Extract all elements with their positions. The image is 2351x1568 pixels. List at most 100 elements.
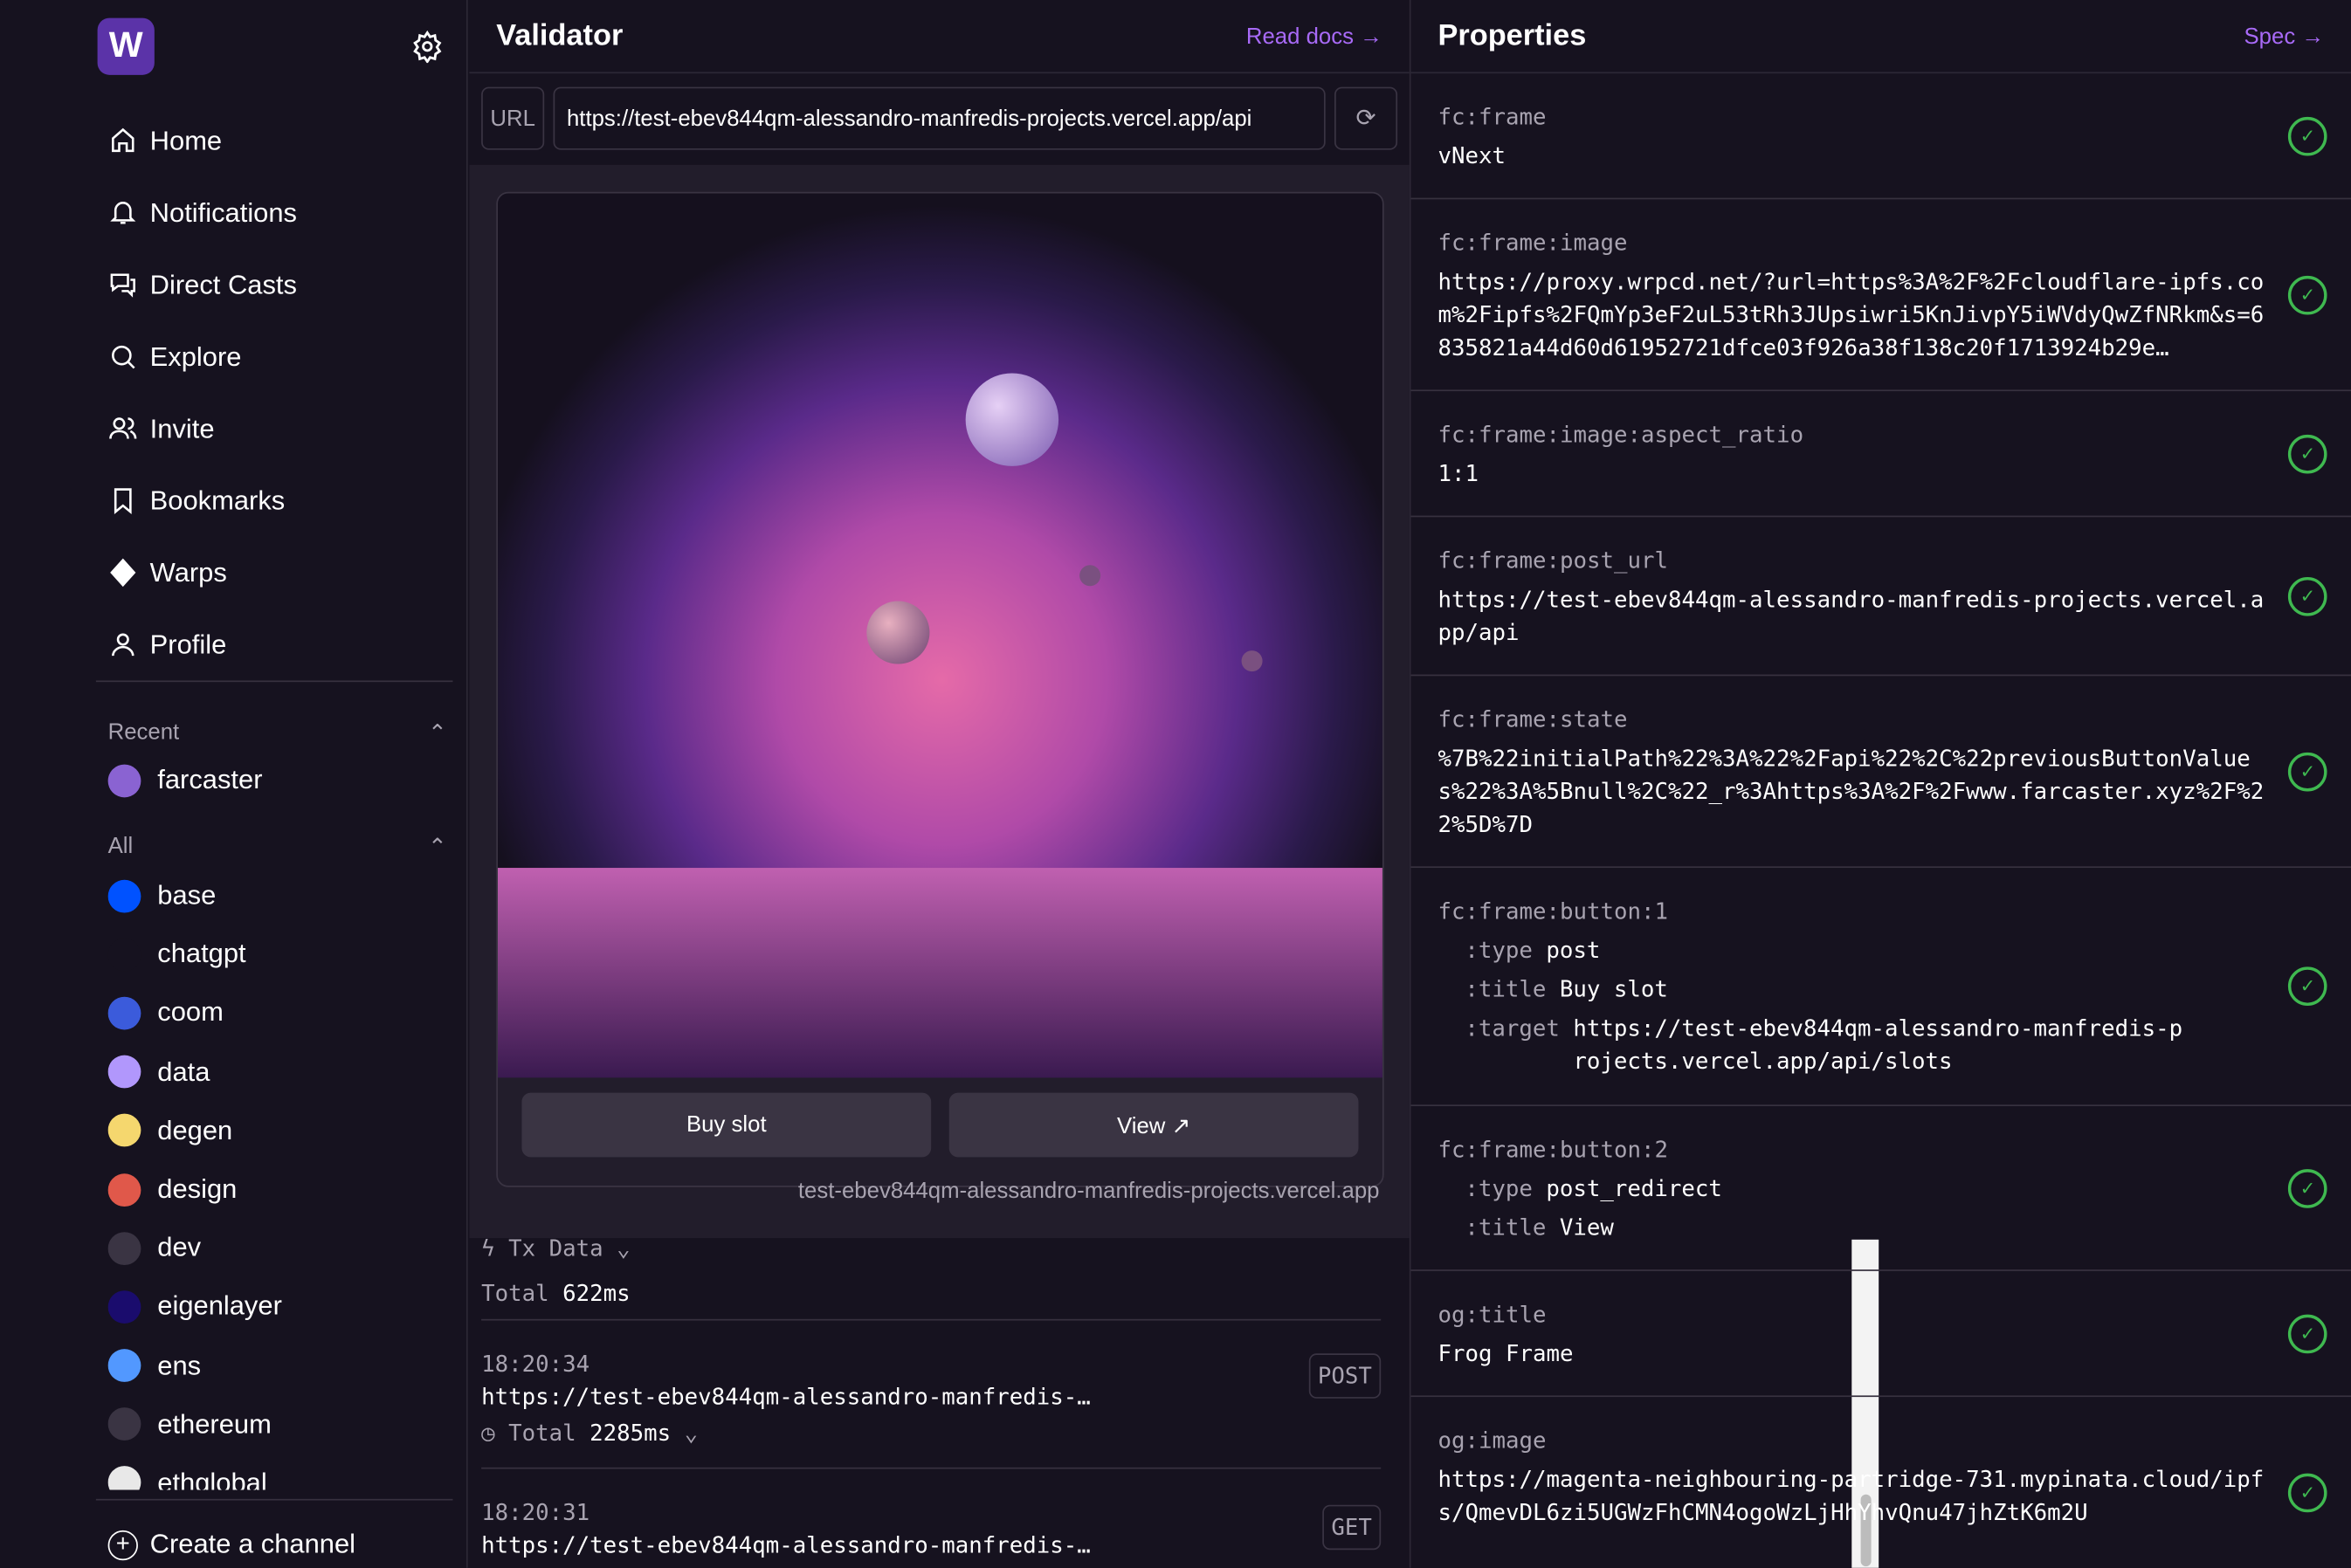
warpcast-logo[interactable]: W [97,17,155,75]
total-toggle[interactable]: ◷ Total 2285ms ⌄ [481,1420,1381,1447]
request-log: ϟ Tx Data ⌄ Total 622ms 18:20:34 https://… [481,1235,1382,1568]
check-circle-icon: ✓ [2287,576,2327,616]
nav-direct-casts[interactable]: Direct Casts [108,249,453,320]
text: :type [1465,937,1533,964]
channel-name: chatgpt [157,939,246,969]
check-circle-icon: ✓ [2287,966,2327,1006]
channel-ethereum[interactable]: ethereum [107,1395,453,1454]
create-channel-button[interactable]: + Create a channel [107,1529,355,1560]
text: https://test-ebev844qm-alessandro-manfre… [481,1383,1091,1411]
text: View [1559,1214,1614,1241]
property-row: fc:frame:state %7B%22initialPath%22%3A%22… [1410,676,2351,869]
text: :type [1465,1175,1533,1202]
text: fc:frame:button:1 [1437,897,1669,925]
recent-section-header[interactable]: Recent ⌃ [108,719,447,746]
text: Tx Data [508,1234,603,1262]
channel-name: design [157,1173,238,1204]
channel-farcaster[interactable]: farcaster [107,751,453,809]
users-icon [109,417,137,439]
check-circle-icon: ✓ [2287,1168,2327,1207]
text: og:title [1437,1301,1547,1329]
text: 1:1 [1437,460,1479,487]
channel-avatar-icon [107,996,141,1030]
property-row: fc:frame:image https://proxy.wrpcd.net/?u… [1410,199,2351,392]
spec-link[interactable]: Spec → [2244,24,2324,49]
channel-ens[interactable]: ens [107,1337,453,1395]
frame-button-1[interactable]: Buy slot [521,1092,932,1158]
channel-avatar-icon [107,938,141,972]
channel-dev[interactable]: dev [107,1219,453,1277]
text: 2285ms [589,1419,672,1447]
channel-name: ethglobal [157,1467,267,1490]
method-badge: POST [1308,1353,1382,1399]
section-label: Recent [107,719,180,746]
channel-avatar-icon [107,1173,141,1207]
channel-name: base [157,879,217,911]
log-entry[interactable]: 18:20:31 https://test-ebev844qm-alessandr… [481,1469,1382,1568]
channel-avatar-icon [107,1349,141,1383]
tx-data-toggle[interactable]: ϟ Tx Data ⌄ [481,1235,1381,1262]
log-entry[interactable]: 18:20:34 https://test-ebev844qm-alessandr… [481,1321,1382,1468]
nav-bookmarks[interactable]: Bookmarks [108,464,453,536]
text: Frog Frame [1437,1339,1574,1367]
url-input[interactable] [553,86,1326,150]
bell-icon [110,202,136,224]
nav-warps[interactable]: Warps [108,537,453,609]
channel-eigenlayer[interactable]: eigenlayer [107,1277,453,1336]
refresh-icon[interactable]: ⟳ [1334,86,1398,150]
channel-name: ethereum [157,1408,272,1439]
all-section-header[interactable]: All ⌃ [108,834,447,861]
text: 18:20:31 [481,1498,590,1526]
property-row: fc:frame:post_url https://test-ebev844qm-… [1410,517,2351,677]
text: vNext [1437,142,1506,170]
channel-coom[interactable]: coom [107,984,453,1042]
nav-label: Home [149,125,223,155]
channel-avatar-icon [107,1114,141,1147]
frame-button-2[interactable]: View ↗ [948,1092,1359,1158]
text: og:image [1437,1427,1547,1455]
channel-name: coom [157,997,224,1028]
clock-icon: ◷ [481,1419,509,1447]
property-row: fc:frame:button:1:type post:title Buy sl… [1410,868,2351,1107]
channel-name: farcaster [157,764,263,795]
text: post [1546,937,1601,964]
method-badge: GET [1322,1504,1382,1551]
gear-icon[interactable] [410,30,444,64]
bookmark-icon [114,488,132,515]
text: https://proxy.wrpcd.net/?url=https%3A%2F… [1437,268,2265,361]
nav-invite[interactable]: Invite [108,393,453,464]
property-row: og:image https://magenta-neighbouring-par… [1411,1397,2351,1568]
chevron-up-icon: ⌃ [428,835,447,861]
frame-preview: Buy slot View ↗ test-ebev844qm-alessandro… [469,164,1410,1239]
channel-avatar-icon [107,763,141,797]
frame-domain: test-ebev844qm-alessandro-manfredis-proj… [797,1178,1380,1204]
nav-notifications[interactable]: Notifications [108,177,453,249]
channel-avatar-icon [107,1466,141,1490]
section-label: All [107,833,134,859]
property-row: fc:frame vNext ✓ [1410,73,2351,200]
text: Total [481,1280,549,1308]
channel-base[interactable]: base [107,866,453,925]
property-row: og:title Frog Frame ✓ [1410,1271,2351,1398]
channel-avatar-icon [107,1231,141,1265]
channel-chatgpt[interactable]: chatgpt [107,925,453,984]
check-circle-icon: ✓ [2287,434,2327,473]
nav-label: Direct Casts [149,269,297,299]
read-docs-link[interactable]: Read docs → [1246,24,1382,49]
nav-explore[interactable]: Explore [108,320,453,392]
text: :title [1465,975,1547,1003]
nav-profile[interactable]: Profile [108,609,453,680]
text: post_redirect [1546,1175,1722,1202]
nav-home[interactable]: Home [108,105,453,176]
text: fc:frame:button:2 [1437,1136,1669,1164]
check-circle-icon: ✓ [2287,1313,2327,1353]
channel-name: ens [157,1350,202,1380]
channel-ethglobal[interactable]: ethglobal [107,1454,453,1490]
nav-label: Invite [149,412,215,444]
chevron-up-icon: ⌃ [428,720,447,746]
channel-data[interactable]: data [107,1042,453,1101]
channel-degen[interactable]: degen [107,1101,453,1159]
text: fc:frame [1437,103,1547,131]
check-circle-icon: ✓ [2287,275,2327,314]
channel-design[interactable]: design [107,1160,453,1219]
